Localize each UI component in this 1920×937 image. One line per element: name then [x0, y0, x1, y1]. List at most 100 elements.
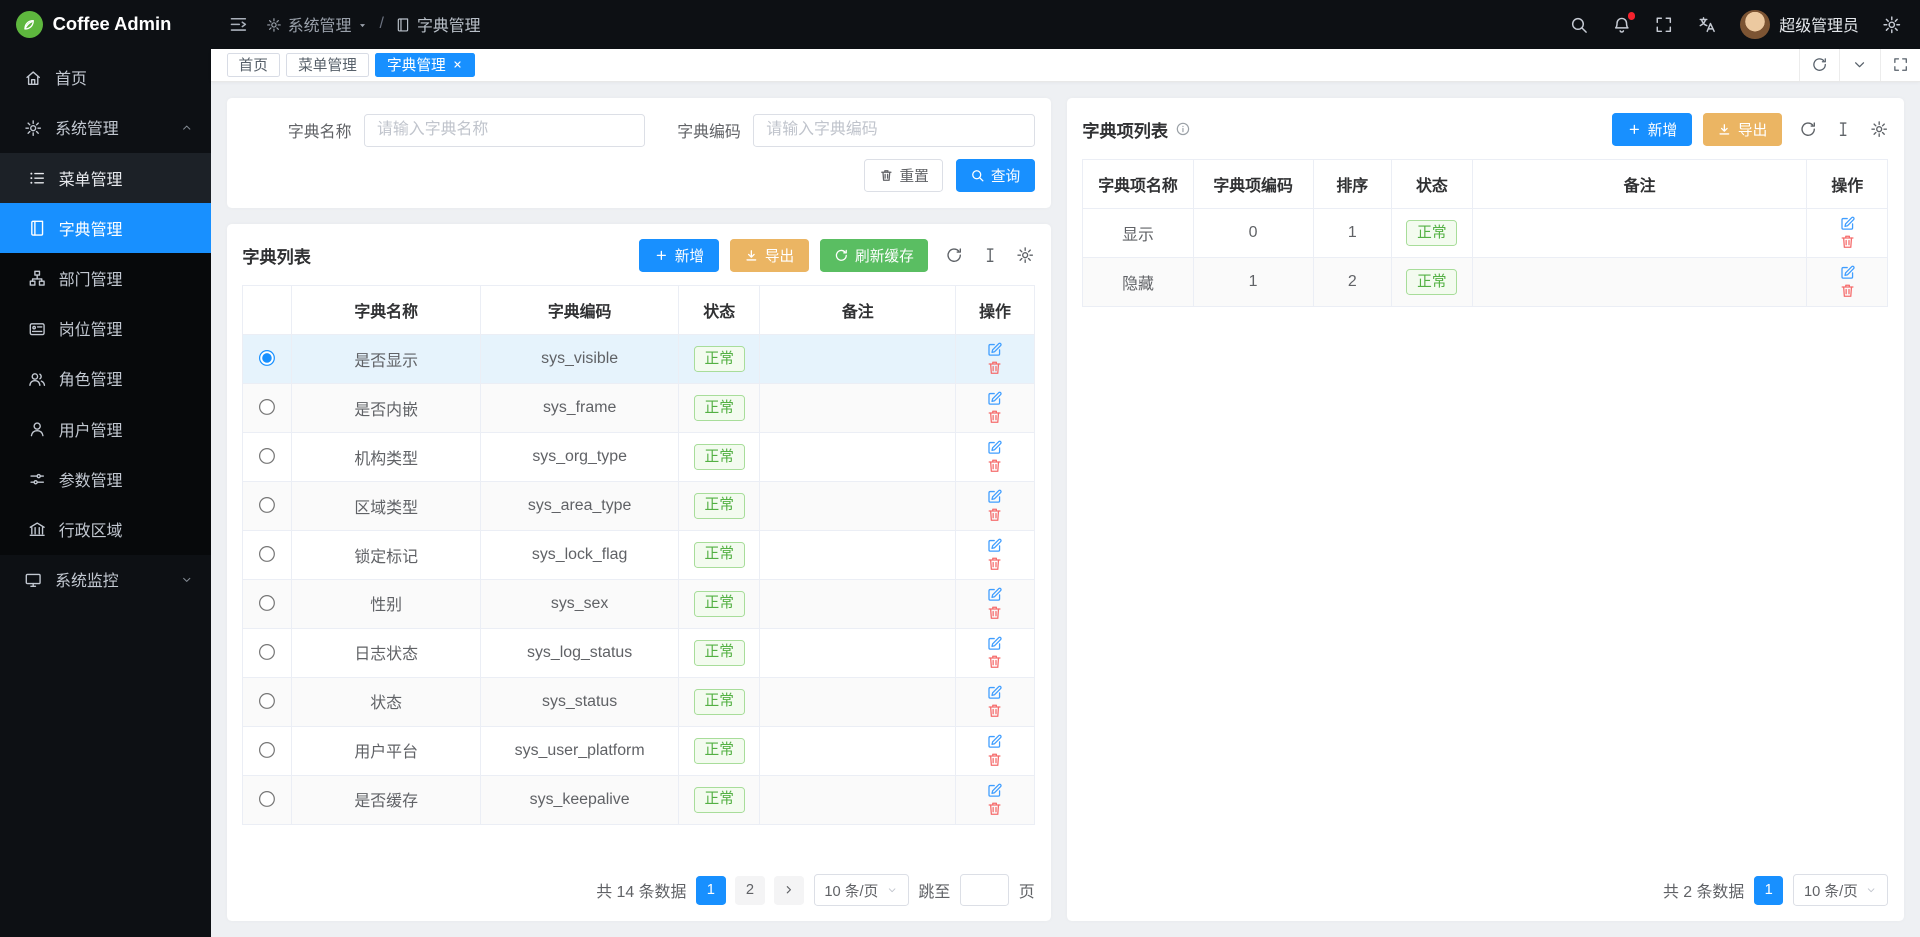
- density-icon[interactable]: [981, 246, 999, 264]
- row-select-radio[interactable]: [259, 399, 276, 416]
- dict-name-input[interactable]: [364, 114, 646, 147]
- delete-icon[interactable]: [1839, 282, 1856, 299]
- edit-icon[interactable]: [986, 341, 1003, 358]
- tab-menu-mgmt[interactable]: 菜单管理: [286, 53, 369, 77]
- sidebar-item-home[interactable]: 首页: [0, 53, 211, 103]
- delete-icon[interactable]: [986, 751, 1003, 768]
- row-select-radio[interactable]: [259, 546, 276, 563]
- delete-icon[interactable]: [986, 702, 1003, 719]
- page-1-button[interactable]: 1: [1754, 876, 1783, 905]
- refresh-page-button[interactable]: [1799, 49, 1839, 81]
- tab-home[interactable]: 首页: [227, 53, 280, 77]
- app-logo[interactable]: Coffee Admin: [0, 0, 211, 49]
- export-item-button[interactable]: 导出: [1703, 113, 1782, 146]
- page-size-select[interactable]: 10 条/页: [1793, 874, 1888, 906]
- delete-icon[interactable]: [986, 408, 1003, 425]
- sidebar-item-role-mgmt[interactable]: 角色管理: [0, 354, 211, 404]
- column-settings-icon[interactable]: [1870, 120, 1888, 138]
- edit-icon[interactable]: [986, 537, 1003, 554]
- tab-dict-mgmt[interactable]: 字典管理: [375, 53, 475, 77]
- refresh-cache-button[interactable]: 刷新缓存: [820, 239, 929, 272]
- dict-table-row[interactable]: 是否显示 sys_visible 正常: [243, 335, 1034, 384]
- sidebar-item-dict-mgmt[interactable]: 字典管理: [0, 203, 211, 253]
- delete-icon[interactable]: [986, 653, 1003, 670]
- settings-gear-icon[interactable]: [1882, 15, 1902, 35]
- edit-icon[interactable]: [986, 586, 1003, 603]
- edit-icon[interactable]: [986, 390, 1003, 407]
- density-icon[interactable]: [1834, 120, 1852, 138]
- content-fullscreen-button[interactable]: [1880, 49, 1920, 81]
- breadcrumb-dict-mgmt[interactable]: 字典管理: [395, 13, 481, 36]
- breadcrumb-system-mgmt[interactable]: 系统管理: [266, 13, 369, 36]
- dict-item-row[interactable]: 隐藏 1 2 正常: [1083, 258, 1888, 307]
- edit-icon[interactable]: [1839, 215, 1856, 232]
- notifications-button[interactable]: [1612, 15, 1632, 35]
- search-icon[interactable]: [1569, 15, 1589, 35]
- row-select-radio[interactable]: [259, 497, 276, 514]
- export-dict-button[interactable]: 导出: [730, 239, 809, 272]
- page-size-select[interactable]: 10 条/页: [814, 874, 909, 906]
- sidebar-item-region-mgmt[interactable]: 行政区域: [0, 504, 211, 554]
- sidebar-item-post-mgmt[interactable]: 岗位管理: [0, 304, 211, 354]
- delete-icon[interactable]: [986, 800, 1003, 817]
- edit-icon[interactable]: [986, 488, 1003, 505]
- page-1-button[interactable]: 1: [696, 876, 725, 905]
- jump-page-input[interactable]: [960, 874, 1009, 906]
- delete-icon[interactable]: [1839, 233, 1856, 250]
- delete-icon[interactable]: [986, 457, 1003, 474]
- sliders-icon: [28, 470, 46, 488]
- delete-icon[interactable]: [986, 604, 1003, 621]
- row-select-radio[interactable]: [259, 742, 276, 759]
- query-button[interactable]: 查询: [956, 159, 1035, 192]
- sidebar-item-user-mgmt[interactable]: 用户管理: [0, 404, 211, 454]
- sidebar-item-system-monitor[interactable]: 系统监控: [0, 555, 211, 605]
- edit-icon[interactable]: [986, 733, 1003, 750]
- dict-table-row[interactable]: 是否缓存 sys_keepalive 正常: [243, 775, 1034, 824]
- dict-table-row[interactable]: 用户平台 sys_user_platform 正常: [243, 726, 1034, 775]
- dict-table-row[interactable]: 性别 sys_sex 正常: [243, 579, 1034, 628]
- dict-table-row[interactable]: 区域类型 sys_area_type 正常: [243, 482, 1034, 531]
- fullscreen-icon[interactable]: [1654, 15, 1674, 35]
- dict-code-input[interactable]: [753, 114, 1035, 147]
- dict-table-row[interactable]: 机构类型 sys_org_type 正常: [243, 433, 1034, 482]
- dict-table-row[interactable]: 状态 sys_status 正常: [243, 677, 1034, 726]
- dict-table-row[interactable]: 锁定标记 sys_lock_flag 正常: [243, 531, 1034, 580]
- user-menu[interactable]: 超级管理员: [1740, 10, 1859, 39]
- row-select-radio[interactable]: [259, 693, 276, 710]
- next-page-button[interactable]: [774, 876, 803, 905]
- edit-icon[interactable]: [986, 684, 1003, 701]
- add-dict-button[interactable]: 新增: [639, 239, 718, 272]
- delete-icon[interactable]: [986, 506, 1003, 523]
- reset-button[interactable]: 重置: [864, 159, 943, 192]
- row-select-radio[interactable]: [259, 448, 276, 465]
- sidebar-item-menu-mgmt[interactable]: 菜单管理: [0, 153, 211, 203]
- edit-icon[interactable]: [986, 635, 1003, 652]
- sidebar-item-param-mgmt[interactable]: 参数管理: [0, 454, 211, 504]
- sidebar-item-system-mgmt[interactable]: 系统管理: [0, 103, 211, 153]
- dict-table-row[interactable]: 日志状态 sys_log_status 正常: [243, 628, 1034, 677]
- row-select-radio[interactable]: [259, 791, 276, 808]
- monitor-icon: [24, 571, 42, 589]
- row-select-radio[interactable]: [259, 350, 276, 367]
- refresh-table-icon[interactable]: [1799, 120, 1817, 138]
- dict-item-row[interactable]: 显示 0 1 正常: [1083, 209, 1888, 258]
- tab-options-button[interactable]: [1839, 49, 1879, 81]
- add-item-button[interactable]: 新增: [1612, 113, 1691, 146]
- delete-icon[interactable]: [986, 555, 1003, 572]
- translate-icon[interactable]: [1697, 15, 1717, 35]
- close-tab-icon[interactable]: [452, 59, 463, 70]
- gear-icon: [24, 119, 42, 137]
- refresh-table-icon[interactable]: [945, 246, 963, 264]
- row-select-radio[interactable]: [259, 644, 276, 661]
- delete-icon[interactable]: [986, 359, 1003, 376]
- page-2-button[interactable]: 2: [735, 876, 764, 905]
- info-icon[interactable]: [1175, 121, 1191, 137]
- edit-icon[interactable]: [1839, 264, 1856, 281]
- sidebar-item-dept-mgmt[interactable]: 部门管理: [0, 253, 211, 303]
- menu-fold-icon[interactable]: [228, 14, 249, 35]
- edit-icon[interactable]: [986, 439, 1003, 456]
- dict-table-row[interactable]: 是否内嵌 sys_frame 正常: [243, 384, 1034, 433]
- column-settings-icon[interactable]: [1016, 246, 1034, 264]
- edit-icon[interactable]: [986, 782, 1003, 799]
- row-select-radio[interactable]: [259, 595, 276, 612]
